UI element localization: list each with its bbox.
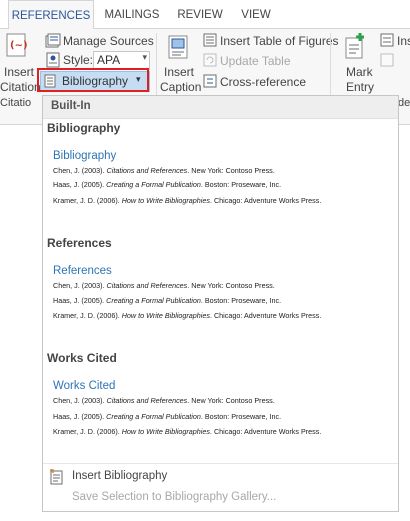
insert-bibliography-menu-item[interactable]: Insert Bibliography — [72, 470, 167, 482]
gallery-item-title: Bibliography — [47, 121, 121, 135]
gallery-item-heading: References — [53, 265, 112, 277]
citation-entry: Chen, J. (2003). Citations and Reference… — [53, 281, 275, 290]
ribbon-tab-bar: REFERENCES MAILINGS REVIEW VIEW — [0, 0, 410, 30]
insert-caption-label-bottom[interactable]: Caption — [160, 80, 201, 94]
insert-citation-icon[interactable]: (~) — [6, 33, 28, 62]
tab-mailings[interactable]: MAILINGS — [100, 0, 164, 28]
gallery-item-heading: Works Cited — [53, 380, 116, 392]
citations-group-label: Citatio — [0, 97, 32, 109]
bibliography-gallery: Built-In Bibliography Bibliography Chen,… — [42, 95, 399, 512]
insert-index-icon[interactable] — [380, 33, 394, 50]
insert-index-button[interactable]: Ins — [397, 34, 410, 48]
menu-divider — [43, 463, 398, 464]
manage-sources-icon[interactable] — [45, 33, 61, 52]
chevron-down-icon: ▾ — [142, 52, 147, 62]
citation-entry: Haas, J. (2005). Creating a Formal Publi… — [53, 412, 282, 421]
index-group-label: de — [398, 97, 410, 109]
insert-caption-icon[interactable] — [168, 35, 190, 64]
gallery-item-heading: Bibliography — [53, 150, 117, 162]
style-dropdown-value: APA — [97, 53, 121, 67]
insert-citation-label-bottom[interactable]: Citation — [0, 80, 41, 94]
style-label: Style: — [63, 53, 94, 67]
citation-entry: Kramer, J. D. (2006). How to Write Bibli… — [53, 196, 322, 205]
tab-view[interactable]: VIEW — [236, 0, 276, 28]
table-of-figures-icon[interactable] — [203, 33, 217, 50]
citation-entry: Chen, J. (2003). Citations and Reference… — [53, 396, 275, 405]
svg-text:(~): (~) — [10, 40, 28, 51]
insert-caption-label-top[interactable]: Insert — [164, 65, 194, 79]
mark-entry-label-bottom[interactable]: Entry — [346, 80, 374, 94]
mark-entry-icon[interactable] — [344, 32, 368, 63]
citation-entry: Haas, J. (2005). Creating a Formal Publi… — [53, 296, 282, 305]
cross-reference-button[interactable]: Cross-reference — [220, 75, 306, 89]
insert-bibliography-icon — [49, 469, 65, 488]
gallery-item-title: References — [47, 236, 112, 250]
manage-sources-button[interactable]: Manage Sources — [63, 34, 154, 48]
citation-entry: Haas, J. (2005). Creating a Formal Publi… — [53, 180, 282, 189]
save-selection-menu-item[interactable]: Save Selection to Bibliography Gallery..… — [72, 491, 276, 503]
tab-references[interactable]: REFERENCES — [8, 0, 94, 30]
citation-entry: Chen, J. (2003). Citations and Reference… — [53, 166, 275, 175]
gallery-header: Built-In — [43, 96, 398, 119]
cross-reference-icon[interactable] — [203, 74, 217, 91]
mark-entry-label-top[interactable]: Mark — [346, 65, 373, 79]
gallery-header-label: Built-In — [51, 100, 91, 112]
gallery-item-title: Works Cited — [47, 351, 117, 365]
update-table-icon — [203, 53, 217, 70]
insert-citation-label-top[interactable]: Insert — [4, 65, 34, 79]
highlight-outline — [37, 68, 149, 92]
insert-table-of-figures-button[interactable]: Insert Table of Figures — [220, 34, 339, 48]
citation-entry: Kramer, J. D. (2006). How to Write Bibli… — [53, 311, 322, 320]
update-table-button[interactable]: Update Table — [220, 54, 291, 68]
tab-review[interactable]: REVIEW — [174, 0, 226, 28]
update-index-icon — [380, 53, 394, 70]
citation-entry: Kramer, J. D. (2006). How to Write Bibli… — [53, 427, 322, 436]
